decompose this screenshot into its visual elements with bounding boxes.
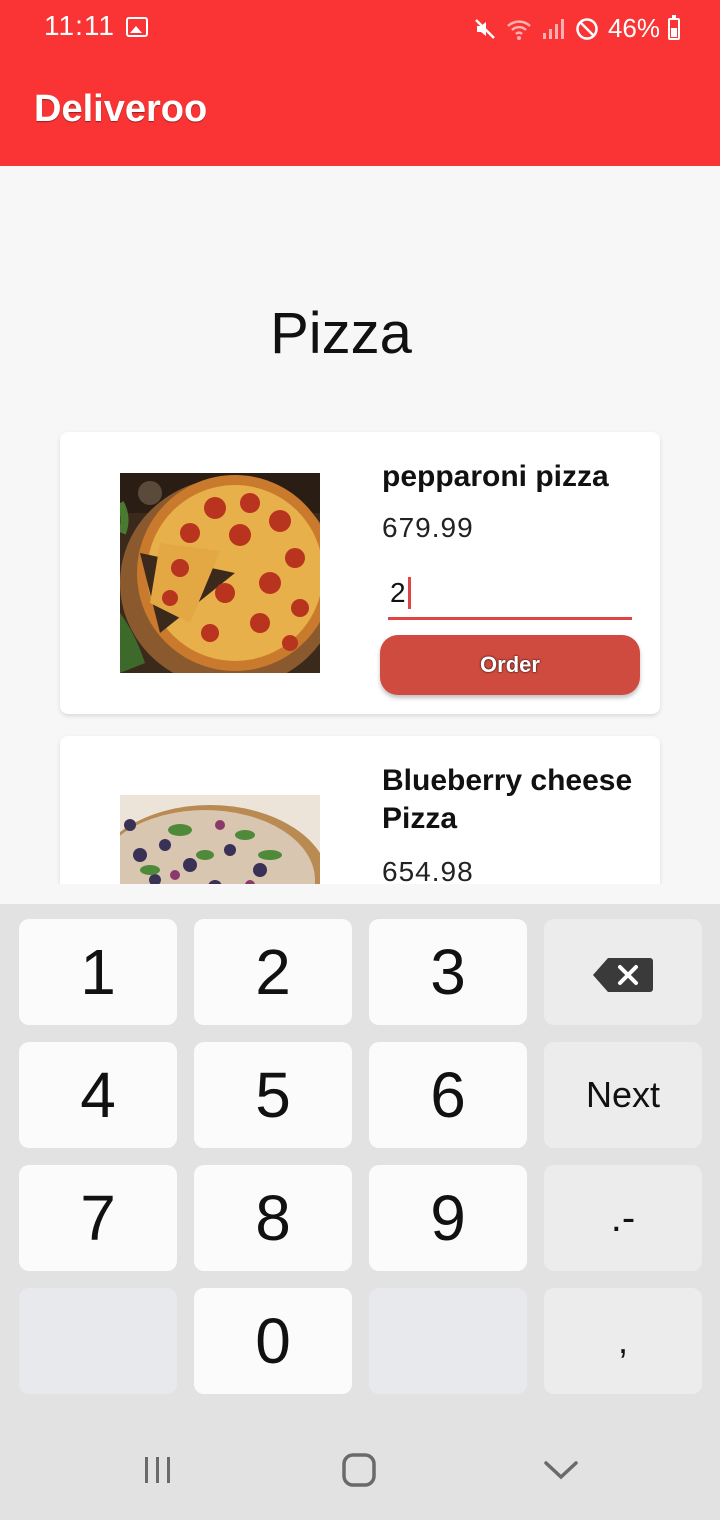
backspace-key[interactable] [544,919,702,1025]
key-9[interactable]: 9 [369,1165,527,1271]
numeric-keyboard: 1 2 3 4 5 6 Next 7 8 9 .- 0 , [0,904,720,1520]
key-3[interactable]: 3 [369,919,527,1025]
key-4[interactable]: 4 [19,1042,177,1148]
product-name: Blueberry cheese Pizza [382,764,633,835]
status-icons: 46% [472,13,680,44]
product-card: pepparoni pizza 679.99 2 Order [60,432,660,714]
recent-apps-button[interactable] [133,1450,183,1494]
navigation-bar [0,1420,720,1520]
key-8[interactable]: 8 [194,1165,352,1271]
signal-icon [540,16,566,42]
backspace-icon [592,935,654,1009]
comma-label: , [617,1320,628,1361]
gallery-notification-icon [126,17,148,37]
status-time: 11:11 [44,10,115,41]
battery-icon [668,14,680,40]
product-list[interactable]: Pizza pepparoni pizza 679.99 2 Order Blu… [0,166,720,884]
blueberry-pizza-image [120,795,320,884]
next-key-label: Next [585,1074,661,1115]
quantity-value: 2 [390,576,406,608]
key-0[interactable]: 0 [194,1288,352,1394]
app-bar: 11:11 46% Deliveroo [0,0,720,166]
pepperoni-pizza-image [120,473,320,673]
product-card: Blueberry cheese Pizza 654.98 [60,736,660,884]
home-icon [341,1452,377,1493]
status-bar: 11:11 46% [0,0,720,56]
wifi-icon [506,16,532,42]
blank-key [19,1288,177,1394]
mute-icon [472,16,498,42]
dot-dash-key[interactable]: .- [544,1165,702,1271]
dot-dash-label: .- [610,1195,636,1240]
key-2[interactable]: 2 [194,919,352,1025]
battery-fill [671,28,677,37]
home-button[interactable] [334,1450,384,1494]
key-6[interactable]: 6 [369,1042,527,1148]
app-title: Deliveroo [34,88,208,130]
product-price: 679.99 [382,512,474,543]
do-not-disturb-icon [574,16,600,42]
chevron-down-icon [543,1459,579,1486]
text-cursor [407,576,411,609]
next-key[interactable]: Next [544,1042,702,1148]
battery-percent: 46% [607,13,660,43]
back-button[interactable] [536,1450,586,1494]
key-5[interactable]: 5 [194,1042,352,1148]
comma-key[interactable]: , [544,1288,702,1394]
recent-apps-icon [142,1455,174,1490]
product-name: pepparoni pizza [382,460,609,493]
page-title: Pizza [270,301,412,366]
product-price: 654.98 [382,856,474,884]
key-7[interactable]: 7 [19,1165,177,1271]
order-button[interactable]: Order [380,635,640,695]
key-1[interactable]: 1 [19,919,177,1025]
quantity-input[interactable]: 2 [388,568,632,620]
blank-key [369,1288,527,1394]
